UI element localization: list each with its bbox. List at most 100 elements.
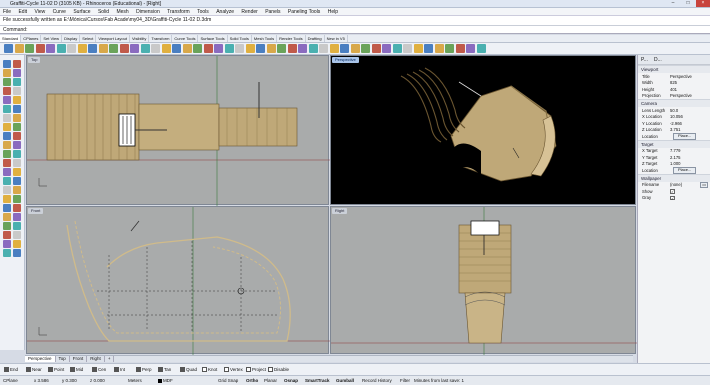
toolbar-tool-icon[interactable] xyxy=(172,44,181,53)
palette-tool-icon[interactable] xyxy=(3,231,11,239)
command-prompt-area[interactable]: Command: xyxy=(0,26,710,34)
tab-visibility[interactable]: Visibility xyxy=(130,35,150,42)
record-history-toggle[interactable]: Record History xyxy=(362,378,392,383)
toolbar-tool-icon[interactable] xyxy=(424,44,433,53)
y-location-input[interactable]: -2.966 xyxy=(670,121,708,126)
osnap-near[interactable]: Near xyxy=(26,367,42,373)
palette-tool-icon[interactable] xyxy=(3,186,11,194)
tab-render-tools[interactable]: Render Tools xyxy=(277,35,306,42)
osnap-vertex[interactable]: Vertex xyxy=(224,367,243,373)
x-target-input[interactable]: 7.779 xyxy=(670,148,708,153)
toolbar-tool-icon[interactable] xyxy=(287,44,297,53)
palette-tool-icon[interactable] xyxy=(3,69,11,77)
viewport-right[interactable]: Right xyxy=(330,206,637,355)
toolbar-tool-icon[interactable] xyxy=(340,44,349,53)
toolbar-tool-icon[interactable] xyxy=(224,44,234,53)
osnap-checkbox[interactable] xyxy=(92,367,97,373)
menu-paneling-tools[interactable]: Paneling Tools xyxy=(285,8,323,16)
place-target-button[interactable]: Place... xyxy=(673,167,697,174)
toolbar-tool-icon[interactable] xyxy=(413,44,423,53)
palette-tool-icon[interactable] xyxy=(3,105,11,113)
ortho-toggle[interactable]: Ortho xyxy=(246,378,258,383)
palette-tool-icon[interactable] xyxy=(3,141,11,149)
osnap-cen[interactable]: Cen xyxy=(92,367,106,373)
place-camera-button[interactable]: Place... xyxy=(673,133,697,140)
x-location-input[interactable]: 10.056 xyxy=(670,114,708,119)
palette-tool-icon[interactable] xyxy=(3,150,11,158)
tab-curve-tools[interactable]: Curve Tools xyxy=(172,35,199,42)
toolbar-tool-icon[interactable] xyxy=(161,44,171,53)
menu-view[interactable]: View xyxy=(31,8,48,16)
vtab-front[interactable]: Front xyxy=(70,356,88,362)
lens-length-input[interactable]: 50.0 xyxy=(670,108,708,113)
palette-tool-icon[interactable] xyxy=(13,78,21,86)
osnap-checkbox[interactable] xyxy=(246,367,251,373)
palette-tool-icon[interactable] xyxy=(13,60,21,68)
osnap-perp[interactable]: Perp xyxy=(136,367,152,373)
command-prompt[interactable]: Command: xyxy=(3,27,27,33)
palette-tool-icon[interactable] xyxy=(3,177,11,185)
grid-snap-toggle[interactable]: Grid Snap xyxy=(218,378,238,383)
toolbar-tool-icon[interactable] xyxy=(14,44,24,53)
osnap-knot[interactable]: Knot xyxy=(202,367,217,373)
toolbar-tool-icon[interactable] xyxy=(56,44,66,53)
prop-height-value[interactable]: 401 xyxy=(670,87,708,92)
menu-help[interactable]: Help xyxy=(325,8,341,16)
gumball-toggle[interactable]: Gumball xyxy=(336,378,354,383)
menu-transform[interactable]: Transform xyxy=(164,8,193,16)
palette-tool-icon[interactable] xyxy=(13,87,21,95)
toolbar-tool-icon[interactable] xyxy=(193,44,202,53)
toolbar-tool-icon[interactable] xyxy=(466,44,475,53)
palette-tool-icon[interactable] xyxy=(13,159,21,167)
palette-tool-icon[interactable] xyxy=(13,186,21,194)
palette-tool-icon[interactable] xyxy=(3,159,11,167)
osnap-checkbox[interactable] xyxy=(180,367,185,373)
osnap-checkbox[interactable] xyxy=(224,367,229,373)
osnap-checkbox[interactable] xyxy=(70,367,75,373)
toolbar-tool-icon[interactable] xyxy=(266,44,276,53)
palette-tool-icon[interactable] xyxy=(13,249,21,257)
viewport-top[interactable]: Top xyxy=(26,55,330,206)
palette-tool-icon[interactable] xyxy=(13,240,21,248)
palette-tool-icon[interactable] xyxy=(13,195,21,203)
tab-new-in-v5[interactable]: New in V5 xyxy=(325,35,348,42)
palette-tool-icon[interactable] xyxy=(3,87,11,95)
menu-dimension[interactable]: Dimension xyxy=(133,8,163,16)
maximize-button[interactable]: □ xyxy=(681,0,695,7)
palette-tool-icon[interactable] xyxy=(13,123,21,131)
panel-tab-properties[interactable]: P... xyxy=(641,57,648,63)
osnap-end[interactable]: End xyxy=(4,367,18,373)
close-button[interactable]: × xyxy=(696,0,710,7)
toolbar-tool-icon[interactable] xyxy=(371,44,381,53)
toolbar-tool-icon[interactable] xyxy=(109,44,118,53)
tab-select[interactable]: Select xyxy=(80,35,97,42)
osnap-checkbox[interactable] xyxy=(48,367,53,373)
tab-drafting[interactable]: Drafting xyxy=(306,35,325,42)
toolbar-tool-icon[interactable] xyxy=(403,44,412,53)
osnap-quad[interactable]: Quad xyxy=(180,367,197,373)
osnap-point[interactable]: Point xyxy=(48,367,64,373)
toolbar-tool-icon[interactable] xyxy=(476,44,486,53)
show-checkbox[interactable]: ✓ xyxy=(670,189,675,194)
tab-standard[interactable]: Standard xyxy=(0,35,22,42)
palette-tool-icon[interactable] xyxy=(3,213,11,221)
tab-viewport-layout[interactable]: Viewport Layout xyxy=(96,35,130,42)
status-layer[interactable]: MDF xyxy=(158,378,173,383)
palette-tool-icon[interactable] xyxy=(3,195,11,203)
palette-tool-icon[interactable] xyxy=(3,60,11,68)
prop-title-value[interactable]: Perspective xyxy=(670,74,708,79)
minimize-button[interactable]: – xyxy=(666,0,680,7)
palette-tool-icon[interactable] xyxy=(13,141,21,149)
browse-icon[interactable]: ▭ xyxy=(700,181,708,188)
palette-tool-icon[interactable] xyxy=(13,150,21,158)
tab-mesh-tools[interactable]: Mesh Tools xyxy=(252,35,278,42)
vtab-right[interactable]: Right xyxy=(87,356,105,362)
toolbar-tool-icon[interactable] xyxy=(308,44,318,53)
palette-tool-icon[interactable] xyxy=(3,249,11,257)
toolbar-tool-icon[interactable] xyxy=(25,44,34,53)
toolbar-tool-icon[interactable] xyxy=(98,44,108,53)
palette-tool-icon[interactable] xyxy=(13,222,21,230)
palette-tool-icon[interactable] xyxy=(13,177,21,185)
osnap-checkbox[interactable] xyxy=(4,367,9,373)
palette-tool-icon[interactable] xyxy=(3,204,11,212)
